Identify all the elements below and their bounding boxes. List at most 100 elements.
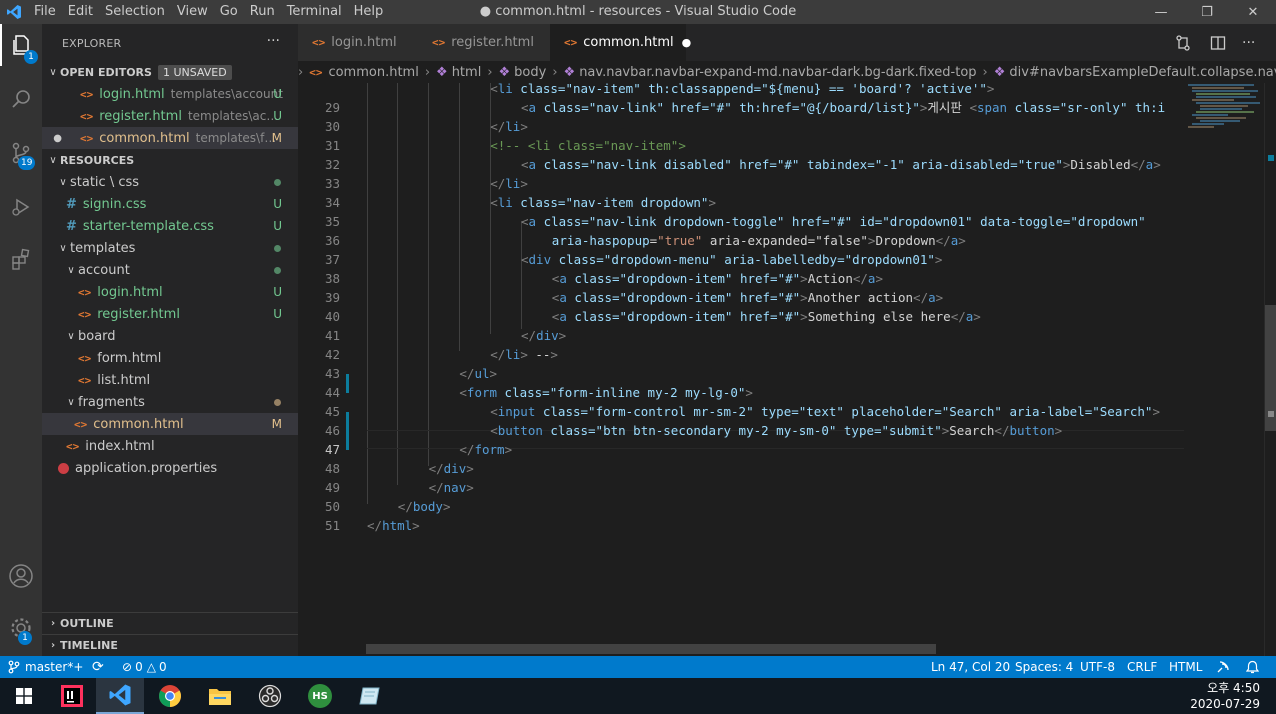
menu-selection[interactable]: Selection	[99, 0, 171, 24]
code-line[interactable]: <a class="dropdown-item" href="#">Someth…	[552, 307, 981, 326]
code-line[interactable]: <a class="dropdown-item" href="#">Action…	[552, 269, 883, 288]
more-actions-icon[interactable]: ···	[267, 33, 280, 49]
code-line[interactable]: <div class="dropdown-menu" aria-labelled…	[521, 250, 942, 269]
open-editors-header[interactable]: ∨ OPEN EDITORS 1 UNSAVED	[42, 61, 298, 83]
tree-folder[interactable]: ∨ account	[42, 259, 298, 281]
hs-app-icon[interactable]: HS	[296, 678, 344, 714]
sync-icon[interactable]: ⟳	[92, 656, 104, 678]
encoding[interactable]: UTF-8	[1080, 656, 1115, 678]
code-line[interactable]: </form>	[459, 440, 512, 459]
run-debug-icon[interactable]	[0, 186, 42, 228]
tree-file[interactable]: <> register.html U	[42, 303, 298, 325]
minimize-icon[interactable]: —	[1138, 0, 1184, 24]
menu-file[interactable]: File	[28, 0, 62, 24]
tree-file[interactable]: <> form.html	[42, 347, 298, 369]
tree-file-selected[interactable]: <> common.html M	[42, 413, 298, 435]
code-line[interactable]: </html>	[367, 516, 420, 535]
tree-folder[interactable]: ∨ fragments	[42, 391, 298, 413]
chrome-icon[interactable]	[146, 678, 194, 714]
code-line[interactable]: </li> -->	[490, 345, 558, 364]
problems-indicator[interactable]: ⊘ 0 △ 0	[122, 656, 167, 678]
open-changes-icon[interactable]	[1174, 24, 1192, 61]
code-line[interactable]: <input class="form-control mr-sm-2" type…	[490, 402, 1160, 421]
account-icon[interactable]	[0, 555, 42, 597]
extensions-icon[interactable]	[0, 238, 42, 280]
code-line[interactable]: </li>	[490, 117, 528, 136]
code-line[interactable]: <button class="btn btn-secondary my-2 my…	[490, 421, 1062, 440]
minimap[interactable]	[1184, 83, 1264, 656]
code-line[interactable]: <a class="nav-link dropdown-toggle" href…	[521, 212, 1146, 231]
open-editor-item-active[interactable]: ● <> common.html templates\fra... M	[42, 127, 298, 149]
tab-dirty-icon[interactable]: ●	[682, 36, 692, 49]
code-line[interactable]: <a class="nav-link disabled" href="#" ta…	[521, 155, 1161, 174]
breadcrumb-item[interactable]: html	[452, 65, 482, 80]
split-editor-icon[interactable]	[1210, 24, 1226, 61]
breadcrumb-item[interactable]: common.html	[328, 65, 418, 80]
code-line[interactable]: <a class="nav-link" href="#" th:href="@{…	[521, 98, 1165, 117]
tree-file[interactable]: # signin.css U	[42, 193, 298, 215]
windows-start-icon[interactable]	[0, 678, 48, 714]
indentation[interactable]: Spaces: 4	[1015, 656, 1073, 678]
file-explorer-icon[interactable]	[196, 678, 244, 714]
cursor-position[interactable]: Ln 47, Col 20	[931, 656, 1010, 678]
tree-file[interactable]: application.properties	[42, 457, 298, 479]
code-line[interactable]: <!-- <li class="nav-item">	[490, 136, 686, 155]
horizontal-scrollbar[interactable]	[366, 644, 936, 654]
tree-folder[interactable]: ∨ static \ css	[42, 171, 298, 193]
tree-folder[interactable]: ∨ board	[42, 325, 298, 347]
end-of-line[interactable]: CRLF	[1127, 656, 1157, 678]
code-line[interactable]: <form class="form-inline my-2 my-lg-0">	[459, 383, 753, 402]
menu-edit[interactable]: Edit	[62, 0, 99, 24]
tree-folder[interactable]: ∨ templates	[42, 237, 298, 259]
close-icon[interactable]: ✕	[1230, 0, 1276, 24]
feedback-icon[interactable]	[1216, 656, 1230, 678]
vertical-scrollbar[interactable]	[1264, 83, 1276, 656]
tab-common-html[interactable]: <> common.html ●	[550, 24, 691, 61]
obs-icon[interactable]	[246, 678, 294, 714]
tree-file[interactable]: # starter-template.css U	[42, 215, 298, 237]
code-line[interactable]: <li class="nav-item dropdown">	[490, 193, 716, 212]
breadcrumb-item[interactable]: nav.navbar.navbar-expand-md.navbar-dark.…	[579, 65, 976, 80]
settings-gear-icon[interactable]: 1	[0, 607, 42, 649]
open-editor-item[interactable]: <> register.html templates\acco... U	[42, 105, 298, 127]
breadcrumb-item[interactable]: body	[514, 65, 546, 80]
explorer-icon[interactable]: 1	[0, 24, 42, 66]
code-line[interactable]: <a class="dropdown-item" href="#">Anothe…	[552, 288, 943, 307]
menu-go[interactable]: Go	[214, 0, 244, 24]
menu-help[interactable]: Help	[348, 0, 390, 24]
notes-app-icon[interactable]	[346, 678, 394, 714]
outline-panel-header[interactable]: › OUTLINE	[42, 612, 298, 634]
code-line[interactable]: aria-haspopup="true" aria-expanded="fals…	[552, 231, 966, 250]
unsaved-dot-icon[interactable]: ●	[42, 133, 62, 144]
menu-terminal[interactable]: Terminal	[281, 0, 348, 24]
code-line[interactable]: </body>	[398, 497, 451, 516]
system-clock[interactable]: 오후 4:50 2020-07-29	[1190, 680, 1260, 712]
code-line[interactable]: <li class="nav-item" th:classappend="${m…	[490, 83, 994, 98]
menu-view[interactable]: View	[171, 0, 214, 24]
code-line[interactable]: </div>	[429, 459, 474, 478]
search-icon[interactable]	[0, 78, 42, 120]
code-line[interactable]: </div>	[521, 326, 566, 345]
tab-register-html[interactable]: <> register.html	[418, 24, 550, 61]
timeline-panel-header[interactable]: › TIMELINE	[42, 634, 298, 656]
menu-run[interactable]: Run	[244, 0, 281, 24]
intellij-icon[interactable]	[48, 678, 96, 714]
branch-indicator[interactable]: master*+	[8, 656, 83, 678]
bell-icon[interactable]	[1246, 656, 1259, 678]
code-line[interactable]: </li>	[490, 174, 528, 193]
breadcrumb-item[interactable]: div#navbarsExampleDefault.collapse.navba…	[1009, 65, 1276, 80]
code-editor[interactable]: <li class="nav-item" th:classappend="${m…	[298, 83, 1184, 656]
vscode-icon[interactable]	[96, 678, 144, 714]
more-actions-icon[interactable]: ···	[1242, 24, 1255, 61]
language-mode[interactable]: HTML	[1169, 656, 1202, 678]
tree-file[interactable]: <> login.html U	[42, 281, 298, 303]
tab-login-html[interactable]: <> login.html	[298, 24, 418, 61]
tree-file[interactable]: <> list.html	[42, 369, 298, 391]
code-line[interactable]: </ul>	[459, 364, 497, 383]
code-line[interactable]: </nav>	[429, 478, 474, 497]
source-control-icon[interactable]: 19	[0, 132, 42, 174]
tree-file[interactable]: <> index.html	[42, 435, 298, 457]
restore-icon[interactable]: ❐	[1184, 0, 1230, 24]
open-editor-item[interactable]: <> login.html templates\account U	[42, 83, 298, 105]
resources-header[interactable]: ∨ RESOURCES	[42, 149, 298, 171]
